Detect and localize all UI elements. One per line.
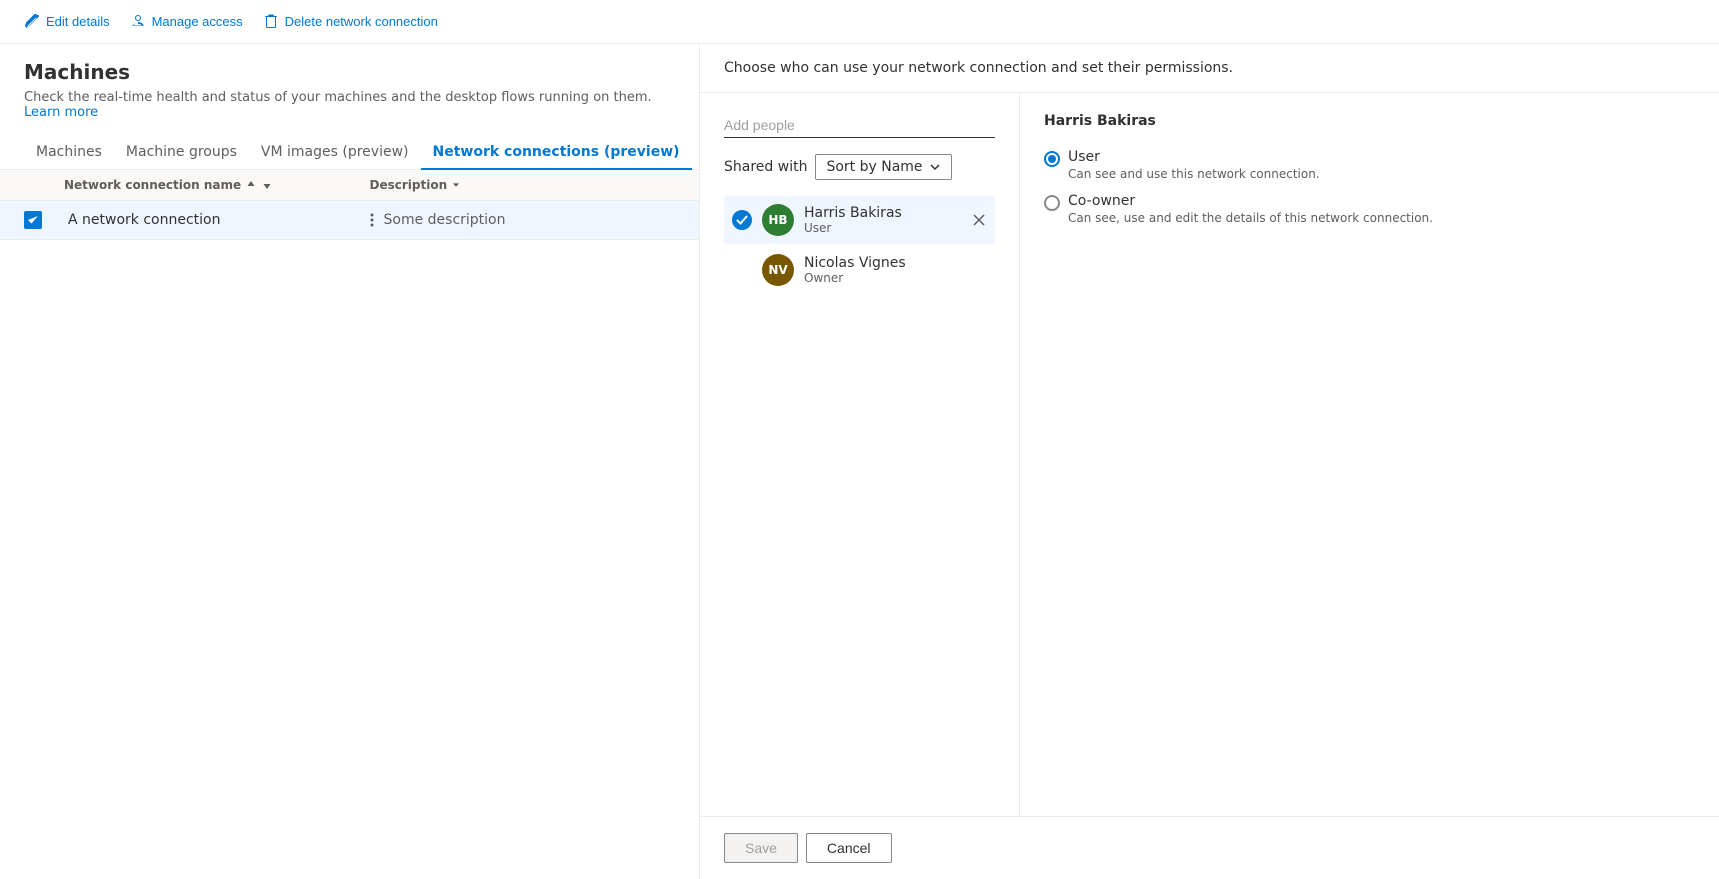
tab-vm-images[interactable]: VM images (preview) [249, 136, 421, 170]
left-pane: Machines Check the real-time health and … [0, 44, 700, 879]
panel-instruction: Choose who can use your network connecti… [700, 44, 1719, 93]
header-name-col[interactable]: Network connection name [64, 178, 370, 192]
manage-access-button[interactable]: Manage access [122, 10, 251, 34]
more-icon [370, 212, 374, 228]
shared-with-row: Shared with Sort by Name [724, 154, 995, 180]
tab-machine-groups[interactable]: Machine groups [114, 136, 249, 170]
edit-details-button[interactable]: Edit details [16, 10, 118, 34]
edit-icon [24, 14, 40, 30]
desc-chevron-icon [451, 180, 461, 190]
tab-network-connections[interactable]: Network connections (preview) [421, 136, 692, 170]
header-desc-col[interactable]: Description [370, 178, 676, 192]
page-title: Machines [24, 60, 675, 84]
sort-chevron-icon [929, 161, 941, 173]
shared-with-label: Shared with [724, 159, 807, 175]
radio-coowner-label: Co-owner [1068, 193, 1433, 209]
row-menu-button[interactable] [360, 212, 384, 228]
delete-label: Delete network connection [285, 14, 438, 29]
radio-user-inner [1048, 155, 1056, 163]
check-mark [736, 214, 748, 226]
permission-section: Harris Bakiras User Can see and use this… [1020, 93, 1719, 816]
manage-access-label: Manage access [152, 14, 243, 29]
main-layout: Machines Check the real-time health and … [0, 44, 1719, 879]
people-list: HB Harris Bakiras User [724, 196, 995, 294]
tabs: Machines Machine groups VM images (previ… [0, 136, 699, 170]
row-description: Some description [384, 212, 676, 228]
manage-icon [130, 14, 146, 30]
radio-user-label: User [1068, 149, 1320, 165]
radio-coowner-content: Co-owner Can see, use and edit the detai… [1068, 193, 1433, 225]
remove-harris-button[interactable] [971, 212, 987, 228]
share-section: Shared with Sort by Name HB Harr [700, 93, 1020, 816]
page-header: Machines Check the real-time health and … [0, 44, 699, 128]
person-role-harris: User [804, 221, 961, 235]
add-people-input[interactable] [724, 113, 995, 138]
radio-user-content: User Can see and use this network connec… [1068, 149, 1320, 181]
table-row[interactable]: A network connection Some description [0, 201, 699, 240]
save-button[interactable]: Save [724, 833, 798, 863]
panel-body: Shared with Sort by Name HB Harr [700, 93, 1719, 816]
radio-coowner-option[interactable]: Co-owner Can see, use and edit the detai… [1044, 193, 1695, 225]
radio-coowner-desc: Can see, use and edit the details of thi… [1068, 211, 1433, 225]
row-checkbox[interactable] [24, 211, 64, 229]
sort-label: Sort by Name [826, 159, 922, 175]
perm-user-name: Harris Bakiras [1044, 113, 1695, 129]
avatar-harris: HB [762, 204, 794, 236]
person-info-nicolas: Nicolas Vignes Owner [804, 255, 987, 285]
delete-icon [263, 14, 279, 30]
radio-user-desc: Can see and use this network connection. [1068, 167, 1320, 181]
tab-machines[interactable]: Machines [24, 136, 114, 170]
person-name-harris: Harris Bakiras [804, 205, 961, 221]
radio-user-option[interactable]: User Can see and use this network connec… [1044, 149, 1695, 181]
row-name: A network connection [64, 212, 360, 228]
learn-more-link[interactable]: Learn more [24, 105, 98, 120]
sort-select[interactable]: Sort by Name [815, 154, 951, 180]
table-header: Network connection name Description [0, 170, 699, 201]
person-row-nicolas[interactable]: NV Nicolas Vignes Owner [724, 246, 995, 294]
radio-user-circle [1044, 151, 1060, 167]
checkmark-icon [27, 214, 39, 226]
panel-footer: Save Cancel [700, 816, 1719, 879]
page-description: Check the real-time health and status of… [24, 90, 675, 120]
right-panel: Choose who can use your network connecti… [700, 44, 1719, 879]
checkbox-checked-icon [24, 211, 42, 229]
selected-check-icon [732, 210, 752, 230]
sort-desc-icon [261, 179, 273, 191]
person-row-harris[interactable]: HB Harris Bakiras User [724, 196, 995, 244]
cancel-button[interactable]: Cancel [806, 833, 892, 863]
sort-asc-icon [245, 179, 257, 191]
toolbar: Edit details Manage access Delete networ… [0, 0, 1719, 44]
person-name-nicolas: Nicolas Vignes [804, 255, 987, 271]
person-role-nicolas: Owner [804, 271, 987, 285]
radio-coowner-circle [1044, 195, 1060, 211]
delete-button[interactable]: Delete network connection [255, 10, 446, 34]
person-info-harris: Harris Bakiras User [804, 205, 961, 235]
edit-details-label: Edit details [46, 14, 110, 29]
close-icon [973, 214, 985, 226]
avatar-nicolas: NV [762, 254, 794, 286]
